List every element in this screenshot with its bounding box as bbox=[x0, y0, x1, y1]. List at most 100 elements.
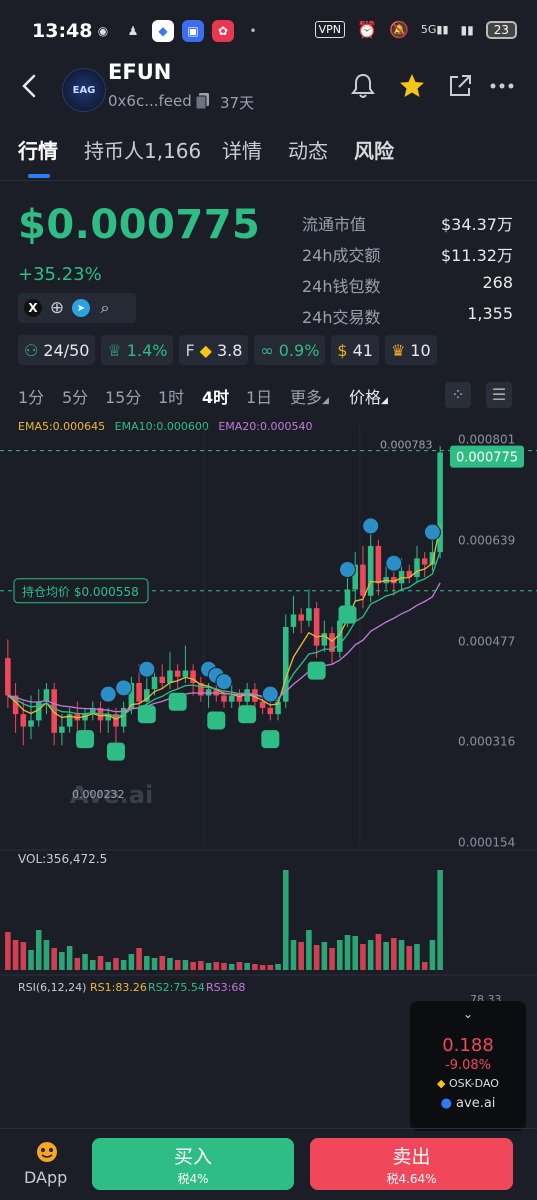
qq-icon: ♟ bbox=[127, 24, 139, 38]
buy-button[interactable]: 买入 税4% bbox=[92, 1138, 294, 1190]
volume-bar bbox=[252, 964, 258, 970]
tf-1m[interactable]: 1分 bbox=[18, 384, 44, 408]
badge-row: ⚇ 24/50 ♕ 1.4% F ◆ 3.8 ∞ 0.9% $41 ♛ 10 bbox=[18, 335, 437, 365]
volume-bar bbox=[213, 962, 220, 970]
alarm-icon: ⏰ bbox=[357, 20, 377, 39]
volume-bar bbox=[82, 954, 88, 970]
volume-bar bbox=[74, 958, 81, 970]
indicator-icon[interactable]: ⁘ bbox=[445, 382, 471, 408]
copy-icon[interactable] bbox=[195, 92, 211, 110]
app-icon: ▣ bbox=[182, 20, 204, 42]
back-icon[interactable] bbox=[18, 72, 42, 100]
collapse-icon[interactable]: ⌄ bbox=[410, 1007, 526, 1021]
trophy-icon: ♛ bbox=[390, 340, 406, 360]
search-icon[interactable]: ⌕ bbox=[96, 298, 114, 317]
db-marker bbox=[339, 561, 357, 579]
volume-bar bbox=[205, 963, 212, 970]
money-badge[interactable]: $41 bbox=[331, 335, 379, 365]
volume-bar bbox=[51, 948, 57, 970]
rsi2-label: RS2:75.54 bbox=[148, 981, 205, 994]
dapp-label[interactable]: DApp bbox=[24, 1168, 67, 1187]
telegram-icon[interactable]: ➤ bbox=[72, 299, 90, 317]
db-marker bbox=[99, 685, 117, 703]
f-badge[interactable]: F ◆ 3.8 bbox=[179, 335, 249, 365]
trophy-badge[interactable]: ♛ 10 bbox=[384, 335, 437, 365]
candle bbox=[313, 608, 320, 646]
tf-more[interactable]: 更多◢ bbox=[290, 384, 329, 408]
db-marker bbox=[385, 554, 403, 572]
volume-bar bbox=[391, 938, 397, 970]
volume-bar bbox=[66, 946, 73, 970]
holders-badge[interactable]: ⚇ 24/50 bbox=[18, 335, 96, 365]
tab-risk[interactable]: 风险 bbox=[354, 135, 394, 164]
bell-icon[interactable] bbox=[349, 72, 377, 100]
tf-4h[interactable]: 4时 bbox=[202, 384, 229, 408]
tf-1d[interactable]: 1日 bbox=[246, 384, 272, 408]
volume-bar bbox=[221, 963, 227, 970]
volume-bar bbox=[259, 965, 266, 970]
signal-icon: ▮▮ bbox=[460, 22, 474, 37]
tab-holders[interactable]: 持币人1,166 bbox=[84, 135, 201, 164]
candle bbox=[306, 608, 312, 621]
price-toggle[interactable]: 价格◢ bbox=[349, 384, 388, 408]
volume-bar bbox=[352, 936, 359, 970]
dev-badge[interactable]: ♕ 1.4% bbox=[101, 335, 174, 365]
tab-details[interactable]: 详情 bbox=[222, 135, 262, 164]
x-twitter-icon[interactable]: X bbox=[24, 299, 42, 317]
tab-market[interactable]: 行情 bbox=[18, 135, 58, 164]
token-age: 37天 bbox=[220, 94, 255, 112]
rsi1-label: RS1:83.26 bbox=[90, 981, 147, 994]
tab-activity[interactable]: 动态 bbox=[288, 135, 328, 164]
star-icon[interactable] bbox=[398, 72, 426, 100]
buy-marker bbox=[207, 711, 226, 730]
bnb-icon: ◆ bbox=[437, 1077, 446, 1090]
sell-button[interactable]: 卖出 税4.64% bbox=[310, 1138, 513, 1190]
dapp-icon[interactable] bbox=[34, 1138, 60, 1164]
volume-bar bbox=[5, 932, 11, 970]
candle bbox=[290, 614, 297, 627]
buy-marker bbox=[168, 692, 187, 711]
volume-bar bbox=[275, 964, 281, 970]
tf-1h[interactable]: 1时 bbox=[158, 384, 184, 408]
popup-token: ◆ OSK-DAO bbox=[437, 1077, 499, 1090]
money-bag-icon: $ bbox=[337, 340, 348, 360]
candle bbox=[5, 658, 11, 696]
globe-icon[interactable]: ⊕ bbox=[48, 298, 66, 318]
signal-icon: 5G▮▮ bbox=[420, 23, 449, 36]
volume-bar bbox=[367, 940, 374, 970]
divider bbox=[0, 180, 537, 181]
volume-bar bbox=[383, 942, 389, 970]
link-badge[interactable]: ∞ 0.9% bbox=[254, 335, 326, 365]
candle bbox=[159, 676, 166, 683]
volume-bar bbox=[398, 940, 405, 970]
high-label: 0.000783 bbox=[380, 439, 433, 452]
more-icon[interactable] bbox=[488, 72, 516, 100]
y-tick-label: 0.000154 bbox=[458, 836, 515, 850]
volume-bar bbox=[267, 965, 274, 970]
share-icon[interactable] bbox=[446, 72, 474, 100]
candle bbox=[367, 545, 374, 596]
y-tick-label: 0.000801 bbox=[458, 432, 515, 446]
settings-icon[interactable]: ☰ bbox=[486, 382, 512, 408]
volume-bar bbox=[167, 958, 173, 970]
f-coin-icon: ◆ bbox=[199, 340, 212, 360]
token-address[interactable]: 0x6c...feed bbox=[108, 92, 192, 110]
mini-ticker-popup[interactable]: ⌄ 0.188 -9.08% ◆ OSK-DAO ● ave.ai bbox=[410, 1001, 526, 1131]
tf-5m[interactable]: 5分 bbox=[62, 384, 88, 408]
tf-15m[interactable]: 15分 bbox=[105, 384, 141, 408]
volume-bar bbox=[35, 930, 42, 970]
candle bbox=[267, 707, 274, 715]
ave-logo-icon: ● bbox=[440, 1096, 452, 1111]
candle bbox=[174, 670, 181, 677]
candle bbox=[221, 695, 227, 702]
social-links: X ⊕ ➤ ⌕ bbox=[18, 293, 136, 323]
price-chart[interactable]: 0.000801 0.000639 0.000477 0.000316 0.000154… bbox=[0, 425, 537, 1005]
app-icon: ◆ bbox=[152, 20, 174, 42]
rsi-label: RSI(6,12,24) bbox=[18, 981, 86, 994]
buy-marker bbox=[137, 705, 156, 724]
wechat-icon: ◉ bbox=[97, 24, 109, 38]
volume-bar bbox=[282, 870, 289, 970]
status-right: VPN ⏰ 🔕 5G▮▮ ▮▮ 23 bbox=[314, 20, 517, 39]
current-price: $0.000775 bbox=[18, 202, 261, 248]
stat-value: 268 bbox=[482, 273, 513, 292]
